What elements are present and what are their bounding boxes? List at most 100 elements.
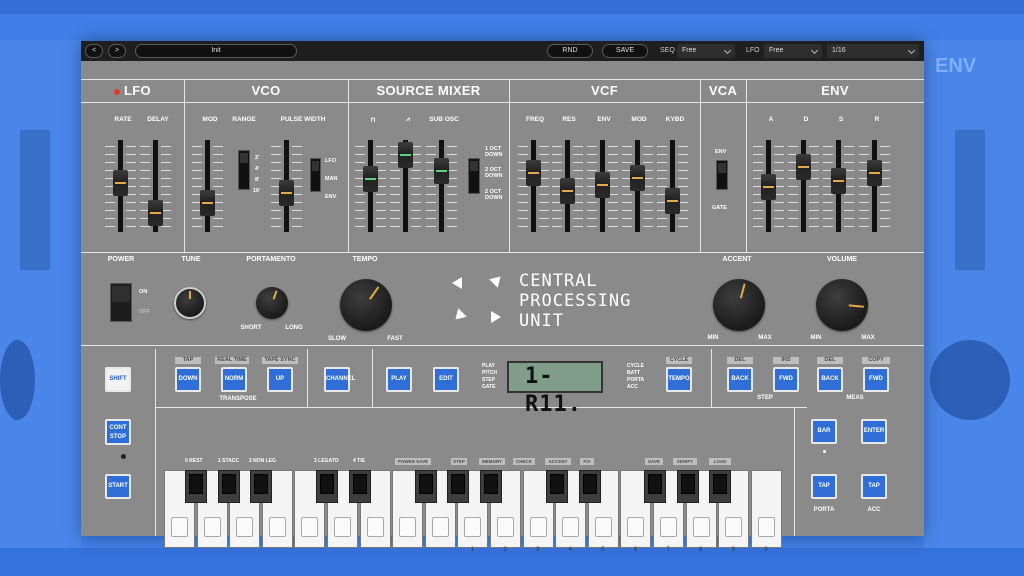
step-fwd-button[interactable]: FWD — [773, 367, 799, 392]
tempo-knob[interactable] — [340, 279, 392, 331]
slider-tick — [411, 194, 421, 195]
slider-tick — [587, 170, 597, 171]
cycle-tag: CYCLE — [666, 357, 692, 364]
slider-5[interactable] — [398, 142, 413, 168]
vca-switch[interactable] — [716, 160, 728, 190]
black-key[interactable] — [415, 470, 437, 503]
power-switch[interactable] — [110, 283, 132, 322]
black-key[interactable] — [185, 470, 207, 503]
tap-porta-button[interactable]: TAP — [811, 474, 837, 499]
transpose-up-button[interactable]: UP — [267, 367, 293, 392]
accent-knob[interactable] — [713, 279, 765, 331]
white-key[interactable] — [750, 470, 782, 548]
slider-tick — [643, 210, 653, 211]
slider-12[interactable] — [761, 174, 776, 200]
slider-tick — [355, 194, 365, 195]
tune-knob[interactable] — [174, 287, 206, 319]
black-key[interactable] — [480, 470, 502, 503]
slider-tick — [126, 226, 136, 227]
lfo-sync-dropdown[interactable]: Free — [764, 44, 822, 58]
black-key[interactable] — [316, 470, 338, 503]
play-button[interactable]: PLAY — [386, 367, 412, 392]
sub-osc-label: SUB OSC — [429, 116, 459, 123]
transpose-label: TRANSPOSE — [219, 396, 257, 402]
slider-4[interactable] — [363, 166, 378, 192]
portamento-knob[interactable] — [256, 287, 288, 319]
black-key[interactable] — [250, 470, 272, 503]
sub-osc-switch[interactable] — [468, 158, 480, 194]
shift-button[interactable]: SHIFT — [105, 367, 131, 392]
slider-3[interactable] — [279, 180, 294, 206]
slider-tick — [376, 154, 386, 155]
meas-fwd-button[interactable]: FWD — [863, 367, 889, 392]
range-switch[interactable] — [238, 150, 250, 190]
slider-tick — [213, 170, 223, 171]
edit-button[interactable]: EDIT — [433, 367, 459, 392]
slider-0[interactable] — [113, 170, 128, 196]
slider-tick — [774, 170, 784, 171]
slider-14[interactable] — [831, 168, 846, 194]
meas-back-button[interactable]: BACK — [817, 367, 843, 392]
pw-mode-switch[interactable] — [310, 158, 321, 192]
slider-9[interactable] — [595, 172, 610, 198]
power-on-label: ON — [139, 289, 148, 295]
slider-tick — [140, 194, 150, 195]
slider-track — [205, 140, 210, 232]
black-key[interactable] — [218, 470, 240, 503]
enter-button[interactable]: ENTER — [861, 419, 887, 444]
transpose-norm-button[interactable]: NORM — [221, 367, 247, 392]
step-back-button[interactable]: BACK — [727, 367, 753, 392]
slider-tick — [411, 218, 421, 219]
slider-2[interactable] — [200, 190, 215, 216]
black-key[interactable] — [447, 470, 469, 503]
divider — [348, 79, 349, 252]
slider-1[interactable] — [148, 200, 163, 226]
slider-tick — [426, 194, 436, 195]
bar-button[interactable]: BAR — [811, 419, 837, 444]
slider-10[interactable] — [630, 165, 645, 191]
black-key[interactable] — [579, 470, 601, 503]
start-button[interactable]: START — [105, 474, 131, 499]
slider-tick — [678, 146, 688, 147]
slider-11[interactable] — [665, 188, 680, 214]
slider-tick — [447, 154, 457, 155]
slider-tick — [447, 146, 457, 147]
slider-7[interactable] — [526, 160, 541, 186]
slider-tick — [809, 210, 819, 211]
slider-tick — [678, 162, 688, 163]
volume-knob[interactable] — [816, 279, 868, 331]
slider-tick — [859, 218, 869, 219]
channel-button[interactable]: CHANNEL — [324, 367, 355, 392]
slider-13[interactable] — [796, 154, 811, 180]
key-number: 5 — [601, 547, 605, 553]
slider-tick — [192, 146, 202, 147]
logo-triangle-icon — [491, 311, 501, 323]
save-button[interactable]: SAVE — [602, 44, 648, 58]
black-key[interactable] — [709, 470, 731, 503]
black-key[interactable] — [644, 470, 666, 503]
note-label: 4 TIE — [353, 458, 365, 464]
slider-6[interactable] — [434, 158, 449, 184]
cont-stop-button[interactable]: CONT STOP — [105, 419, 131, 445]
transpose-down-button[interactable]: DOWN — [175, 367, 201, 392]
tap-acc-button[interactable]: TAP — [861, 474, 887, 499]
seq-dropdown[interactable]: Free — [677, 44, 735, 58]
black-key[interactable] — [349, 470, 371, 503]
forward-button[interactable]: > — [108, 44, 126, 58]
logo-triangle-icon — [451, 308, 467, 324]
slider-tick — [774, 210, 784, 211]
slider-tick — [426, 210, 436, 211]
slider-tick — [622, 154, 632, 155]
key-number: 4 — [568, 547, 572, 553]
black-key[interactable] — [546, 470, 568, 503]
back-button[interactable]: < — [85, 44, 103, 58]
rnd-button[interactable]: RND — [547, 44, 593, 58]
preset-name-field[interactable]: Init — [135, 44, 297, 58]
tempo-button[interactable]: TEMPO — [666, 367, 692, 392]
slider-tick — [376, 210, 386, 211]
slider-15[interactable] — [867, 160, 882, 186]
black-key[interactable] — [677, 470, 699, 503]
slider-8[interactable] — [560, 178, 575, 204]
slider-tick — [608, 218, 618, 219]
rate-dropdown[interactable]: 1/16 — [827, 44, 919, 58]
